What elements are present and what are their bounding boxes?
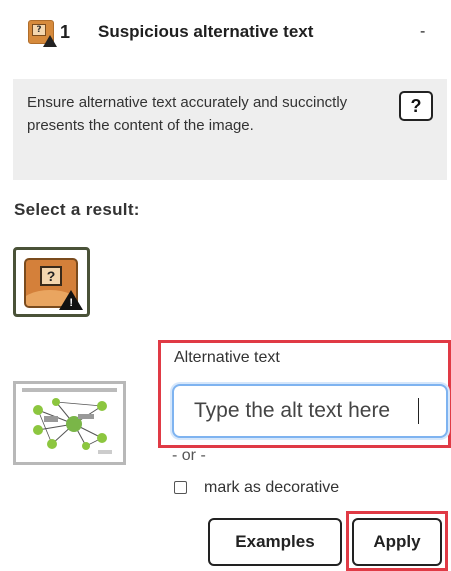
or-separator: - or - [172,447,206,464]
alt-text-label: Alternative text [174,349,280,366]
issue-header: ? 1 Suspicious alternative text - [0,0,451,66]
suspicious-alt-text-icon: ? [28,20,57,47]
select-result-heading: Select a result: [14,200,140,219]
image-thumbnail [13,381,126,465]
issue-count: 1 [60,22,71,42]
help-button[interactable]: ? [399,91,433,121]
apply-button[interactable]: Apply [352,518,442,566]
diagram-thumbnail-icon [22,388,117,454]
question-mark-icon: ? [40,266,62,286]
decorative-checkbox[interactable] [174,481,187,494]
issue-collapse-indicator[interactable]: - [420,20,425,44]
text-cursor [418,398,419,424]
issue-description-box: Ensure alternative text accurately and s… [13,79,447,180]
warning-icon [43,35,57,47]
issue-description: Ensure alternative text accurately and s… [27,94,348,134]
accessibility-issue-panel: ? 1 Suspicious alternative text - Ensure… [0,0,451,571]
result-option-suspicious-alt[interactable]: ? ! [13,247,90,317]
issue-title: Suspicious alternative text [98,22,314,41]
decorative-label[interactable]: mark as decorative [204,477,339,499]
warning-exclamation-icon: ! [69,297,73,309]
examples-button[interactable]: Examples [208,518,342,566]
alt-text-input[interactable] [172,384,448,438]
